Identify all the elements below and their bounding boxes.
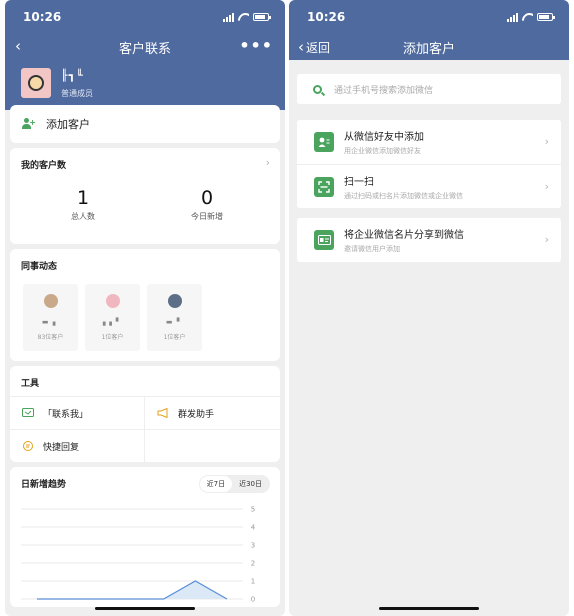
seg-30-days[interactable]: 近30日 (232, 476, 269, 492)
y-tick-label: 3 (251, 542, 255, 550)
status-time: 10:26 (307, 10, 346, 24)
y-tick-label: 4 (251, 524, 256, 532)
y-tick-label: 0 (251, 596, 255, 604)
scan-qr-option[interactable]: 扫一扫 通过扫码或扫名片添加微信或企业微信 › (297, 164, 561, 208)
y-tick-label: 5 (251, 506, 255, 514)
chevron-right-icon: › (544, 135, 549, 148)
y-tick-label: 2 (251, 560, 255, 568)
colleague-item[interactable]: ▬ ▘ 1位客户 (147, 284, 202, 351)
colleague-item[interactable]: ▬ ▖ 83位客户 (23, 284, 78, 351)
today-new-customers: 0 今日新增 (145, 187, 269, 222)
search-input[interactable]: 通过手机号搜索添加微信 (297, 74, 561, 104)
tool-mass-sender[interactable]: 群发助手 (145, 397, 280, 430)
wifi-icon (238, 13, 249, 21)
add-customer-button[interactable]: + 添加客户 (10, 105, 280, 143)
profile-role: 普通成员 (61, 89, 93, 98)
battery-icon (253, 13, 271, 21)
trend-chart: 5 4 3 2 1 0 (21, 495, 272, 607)
chevron-left-icon: ‹ (298, 38, 304, 56)
tool-empty (145, 430, 280, 463)
signal-icon (223, 12, 234, 22)
page-title: 客户联系 (118, 41, 171, 57)
status-bar: 10:26 (289, 0, 569, 34)
period-toggle: 近7日 近30日 (198, 475, 270, 493)
more-icon[interactable]: ••• (239, 36, 273, 55)
share-card-to-wechat[interactable]: 将企业微信名片分享到微信 邀请微信用户添加 › (297, 218, 561, 262)
trend-area (37, 581, 227, 599)
avatar (43, 294, 58, 308)
avatar (105, 294, 120, 308)
avatar (167, 294, 182, 308)
add-from-wechat-friends[interactable]: 从微信好友中添加 用企业微信添加微信好友 › (297, 120, 561, 164)
today-label: 今日新增 (191, 212, 223, 221)
business-card-icon (314, 230, 334, 250)
add-person-icon: + (22, 118, 36, 130)
back-button[interactable]: ‹ (15, 37, 21, 55)
tool-contact-me[interactable]: 「联系我」 (10, 397, 145, 430)
add-customer-label: 添加客户 (46, 118, 90, 131)
avatar (21, 68, 51, 98)
profile-name: ╟┓╙ (61, 69, 84, 82)
colleague-item[interactable]: ▖▖▘ 1位客户 (85, 284, 140, 351)
tools-title: 工具 (21, 379, 40, 389)
nav-bar: ‹ 客户联系 ••• (5, 34, 285, 60)
customer-contact-screen: 10:26 ‹ 客户联系 ••• ╟┓╙ 普通成员 + 添加客户 我的客户数 › (5, 0, 285, 616)
today-value: 0 (200, 187, 214, 209)
wifi-icon (522, 13, 533, 21)
total-label: 总人数 (71, 212, 95, 221)
header: 10:26 ‹ 客户联系 ••• ╟┓╙ 普通成员 (5, 0, 285, 110)
header: 10:26 ‹ 返回 添加客户 (289, 0, 569, 60)
status-bar: 10:26 (5, 0, 285, 34)
trend-card: 日新增趋势 近7日 近30日 543210 (10, 467, 280, 607)
y-tick-label: 1 (251, 578, 255, 586)
add-options: 从微信好友中添加 用企业微信添加微信好友 › 扫一扫 通过扫码或扫名片添加微信或… (297, 120, 561, 208)
megaphone-icon (157, 408, 168, 418)
signal-icon (507, 12, 518, 22)
home-indicator[interactable] (379, 607, 479, 610)
seg-7-days[interactable]: 近7日 (199, 476, 233, 492)
battery-icon (537, 13, 555, 21)
trend-chart-svg: 5 4 3 2 1 0 (21, 506, 256, 604)
colleague-activity-card: 同事动态 ▬ ▖ 83位客户 ▖▖▘ 1位客户 ▬ ▘ 1位客户 (10, 249, 280, 361)
chevron-right-icon: › (544, 180, 549, 193)
total-customers: 1 总人数 (21, 187, 145, 222)
search-placeholder: 通过手机号搜索添加微信 (334, 85, 434, 96)
tool-quick-reply[interactable]: 快捷回复 (10, 430, 145, 463)
my-customers-title: 我的客户数 (21, 161, 67, 171)
profile[interactable]: ╟┓╙ 普通成员 (5, 60, 285, 110)
search-icon (313, 84, 322, 94)
chevron-right-icon: › (265, 156, 270, 169)
page-title: 添加客户 (402, 41, 455, 57)
scan-icon (314, 176, 334, 197)
message-icon (22, 408, 34, 417)
share-card-section: 将企业微信名片分享到微信 邀请微信用户添加 › (297, 218, 561, 262)
home-indicator[interactable] (95, 607, 195, 610)
nav-bar: ‹ 返回 添加客户 (289, 34, 569, 60)
total-value: 1 (76, 187, 90, 209)
contact-card-icon (314, 132, 334, 152)
status-time: 10:26 (23, 10, 62, 24)
colleague-activity-title: 同事动态 (21, 262, 58, 272)
tools-card: 工具 「联系我」 群发助手 快捷回复 (10, 366, 280, 463)
back-button[interactable]: ‹ 返回 (298, 38, 330, 56)
add-customer-screen: 10:26 ‹ 返回 添加客户 通过手机号搜索添加微信 从微信好友中添加 用企业微… (289, 0, 569, 616)
chat-bubble-icon (23, 441, 33, 451)
my-customers-card[interactable]: 我的客户数 › 1 总人数 0 今日新增 (10, 148, 280, 244)
chevron-right-icon: › (544, 233, 549, 246)
